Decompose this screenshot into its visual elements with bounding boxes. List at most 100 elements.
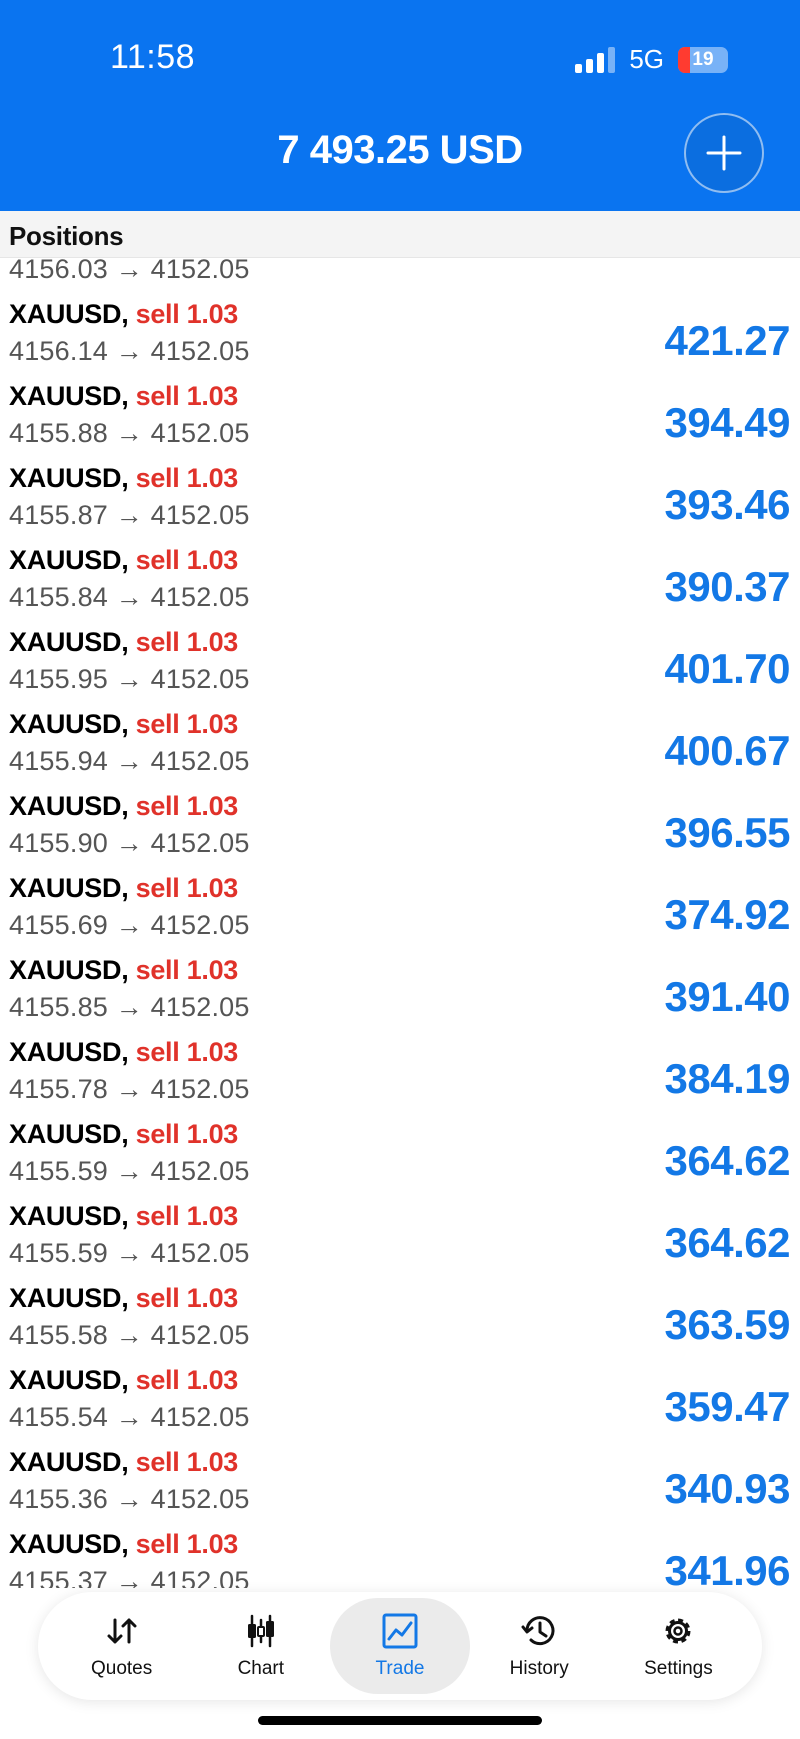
battery-level: 19: [692, 48, 714, 70]
open-price: 4155.88: [9, 418, 108, 448]
position-side: sell 1.03: [135, 1365, 239, 1395]
tab-chart[interactable]: Chart: [191, 1598, 330, 1694]
position-side: sell 1.03: [135, 791, 239, 821]
tab-label: Settings: [644, 1658, 713, 1679]
position-row[interactable]: XAUUSD, sell 1.03 4155.90 → 4152.05 396.55: [0, 782, 800, 864]
position-symbol: XAUUSD,: [9, 299, 129, 329]
position-symbol: XAUUSD,: [9, 1119, 129, 1149]
current-price: 4152.05: [150, 582, 250, 612]
position-row[interactable]: XAUUSD, sell 1.03 4155.85 → 4152.05 391.40: [0, 946, 800, 1028]
bottom-tab-bar: Quotes Chart Trade History Settings: [38, 1592, 762, 1700]
position-prices: 4155.36 → 4152.05: [9, 1484, 250, 1515]
position-symbol: XAUUSD,: [9, 1529, 129, 1559]
open-price: 4156.14: [9, 336, 108, 366]
position-row[interactable]: XAUUSD, sell 1.03 4155.59 → 4152.05 364.62: [0, 1110, 800, 1192]
position-profit: 391.40: [664, 973, 791, 1020]
tab-label: Chart: [237, 1658, 285, 1679]
tab-label: Trade: [375, 1658, 425, 1679]
settings-icon: [665, 1618, 691, 1644]
arrow-icon: →: [115, 910, 143, 940]
position-row[interactable]: XAUUSD, sell 1.03 4155.36 → 4152.05 340.93: [0, 1438, 800, 1520]
tab-label: History: [509, 1658, 569, 1679]
position-title: XAUUSD, sell 1.03: [9, 1283, 238, 1314]
positions-section-header: Positions: [0, 211, 800, 258]
current-price: 4152.05: [150, 418, 250, 448]
position-row[interactable]: XAUUSD, sell 1.03 4155.78 → 4152.05 384.19: [0, 1028, 800, 1110]
open-price: 4155.84: [9, 582, 108, 612]
position-prices: 4156.14 → 4152.05: [9, 336, 250, 367]
position-row[interactable]: XAUUSD, sell 1.03 4155.69 → 4152.05 374.92: [0, 864, 800, 946]
trade-icon: [382, 1613, 418, 1649]
position-prices: 4155.78 → 4152.05: [9, 1074, 250, 1105]
position-title: XAUUSD, sell 1.03: [9, 545, 238, 576]
status-indicators: 5G 19: [575, 44, 728, 75]
network-type: 5G: [629, 44, 664, 74]
current-price: 4152.05: [150, 910, 250, 940]
arrow-icon: →: [115, 1320, 143, 1350]
position-prices: 4155.88 → 4152.05: [9, 418, 250, 449]
position-title: XAUUSD, sell 1.03: [9, 709, 238, 740]
position-row[interactable]: XAUUSD, sell 1.03 4155.84 → 4152.05 390.37: [0, 536, 800, 618]
arrow-icon: →: [115, 1238, 143, 1268]
current-price: 4152.05: [150, 992, 250, 1022]
arrow-icon: →: [115, 1402, 143, 1432]
arrow-icon: →: [115, 258, 143, 284]
position-symbol: XAUUSD,: [9, 955, 129, 985]
arrow-icon: →: [115, 1484, 143, 1514]
position-profit: 384.19: [664, 1055, 791, 1102]
position-side: sell 1.03: [135, 299, 239, 329]
position-side: sell 1.03: [135, 627, 239, 657]
position-title: XAUUSD, sell 1.03: [9, 627, 238, 658]
open-price: 4155.58: [9, 1320, 108, 1350]
open-price: 4155.36: [9, 1484, 108, 1514]
position-symbol: XAUUSD,: [9, 1201, 129, 1231]
position-row[interactable]: XAUUSD, sell 1.034156.03 → 4152.05: [0, 258, 800, 290]
current-price: 4152.05: [150, 1402, 250, 1432]
open-price: 4155.59: [9, 1238, 108, 1268]
position-title: XAUUSD, sell 1.03: [9, 299, 238, 330]
arrow-icon: →: [115, 992, 143, 1022]
position-row[interactable]: XAUUSD, sell 1.03 4155.37 → 4152.05 341.96: [0, 1520, 800, 1588]
current-price: 4152.05: [150, 746, 250, 776]
position-row[interactable]: XAUUSD, sell 1.03 4156.14 → 4152.05 421.27: [0, 290, 800, 372]
position-prices: 4155.87 → 4152.05: [9, 500, 250, 531]
position-title: XAUUSD, sell 1.03: [9, 1201, 238, 1232]
position-profit: 341.96: [664, 1547, 791, 1588]
positions-list[interactable]: XAUUSD, sell 1.034156.03 → 4152.05XAUUSD…: [0, 258, 800, 1588]
signal-icon: [575, 46, 616, 73]
current-price: 4152.05: [150, 1566, 250, 1588]
open-price: 4156.03: [9, 258, 108, 284]
position-row[interactable]: XAUUSD, sell 1.03 4155.88 → 4152.05 394.49: [0, 372, 800, 454]
position-symbol: XAUUSD,: [9, 381, 129, 411]
position-profit: 394.49: [664, 399, 791, 446]
tab-trade[interactable]: Trade: [330, 1598, 470, 1694]
position-title: XAUUSD, sell 1.03: [9, 381, 238, 412]
tab-settings[interactable]: Settings: [609, 1598, 748, 1694]
position-row[interactable]: XAUUSD, sell 1.03 4155.94 → 4152.05 400.67: [0, 700, 800, 782]
arrow-icon: →: [115, 418, 143, 448]
position-row[interactable]: XAUUSD, sell 1.03 4155.54 → 4152.05 359.47: [0, 1356, 800, 1438]
position-symbol: XAUUSD,: [9, 791, 129, 821]
position-profit: 390.37: [664, 563, 791, 610]
position-symbol: XAUUSD,: [9, 627, 129, 657]
position-prices: 4155.85 → 4152.05: [9, 992, 250, 1023]
arrow-icon: →: [115, 582, 143, 612]
position-row[interactable]: XAUUSD, sell 1.03 4155.58 → 4152.05 363.59: [0, 1274, 800, 1356]
arrow-icon: →: [115, 828, 143, 858]
position-title: XAUUSD, sell 1.03: [9, 1365, 238, 1396]
position-prices: 4155.58 → 4152.05: [9, 1320, 250, 1351]
position-side: sell 1.03: [135, 1529, 239, 1559]
open-price: 4155.90: [9, 828, 108, 858]
current-price: 4152.05: [150, 336, 250, 366]
tab-history[interactable]: History: [470, 1598, 609, 1694]
position-symbol: XAUUSD,: [9, 463, 129, 493]
current-price: 4152.05: [150, 664, 250, 694]
tab-quotes[interactable]: Quotes: [52, 1598, 191, 1694]
new-order-button[interactable]: [684, 113, 764, 193]
open-price: 4155.94: [9, 746, 108, 776]
position-profit: 364.62: [664, 1219, 791, 1266]
position-prices: 4155.69 → 4152.05: [9, 910, 250, 941]
position-row[interactable]: XAUUSD, sell 1.03 4155.87 → 4152.05 393.46: [0, 454, 800, 536]
position-row[interactable]: XAUUSD, sell 1.03 4155.59 → 4152.05 364.62: [0, 1192, 800, 1274]
position-row[interactable]: XAUUSD, sell 1.03 4155.95 → 4152.05 401.70: [0, 618, 800, 700]
